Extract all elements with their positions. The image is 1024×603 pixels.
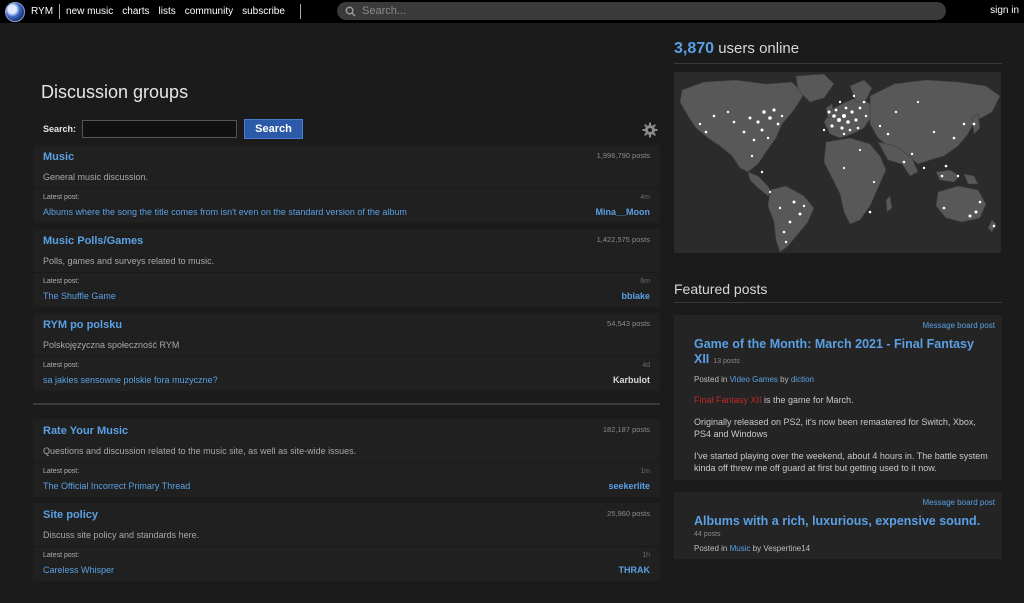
- game-link[interactable]: Final Fantasy XII: [694, 395, 762, 405]
- group-card: Site policy 25,960 posts Discuss site po…: [33, 503, 660, 581]
- latest-post-time: 1m: [640, 468, 650, 475]
- author-link[interactable]: diction: [791, 375, 814, 384]
- latest-post-time: 6m: [640, 278, 650, 285]
- post-count: 54,543 posts: [607, 319, 650, 328]
- latest-post-label: Latest post:: [43, 194, 80, 201]
- post-title[interactable]: Game of the Month: March 2021 - Final Fa…: [694, 337, 995, 369]
- divider: [674, 63, 1002, 64]
- latest-thread-link[interactable]: Albums where the song the title comes fr…: [43, 207, 407, 217]
- by-label: by: [780, 375, 789, 384]
- rym-logo-icon[interactable]: [5, 1, 25, 22]
- latest-post-time: 1h: [642, 552, 650, 559]
- board-link[interactable]: Video Games: [730, 375, 778, 384]
- group-list: Music 1,996,790 posts General music disc…: [33, 145, 660, 581]
- by-label: by: [752, 544, 762, 553]
- group-card: Music 1,996,790 posts General music disc…: [33, 145, 660, 223]
- group-search-row: Search: Search: [43, 119, 660, 139]
- brand-link[interactable]: RYM: [31, 6, 53, 17]
- group-name[interactable]: RYM po polsku: [43, 319, 122, 331]
- author-link[interactable]: Vespertine14: [763, 544, 810, 553]
- latest-thread-link[interactable]: The Official Incorrect Primary Thread: [43, 481, 190, 491]
- post-count: 1,422,575 posts: [596, 235, 650, 244]
- site-search-input[interactable]: [362, 5, 922, 17]
- latest-post-user[interactable]: Mina__Moon: [595, 207, 650, 217]
- latest-post-user[interactable]: Karbulot: [613, 375, 650, 385]
- post-count: 44 posts: [694, 531, 721, 538]
- posted-in-label: Posted in: [694, 544, 728, 553]
- post-paragraph: Originally released on PS2, it's now bee…: [694, 417, 976, 439]
- featured-posts-heading: Featured posts: [674, 281, 768, 297]
- post-meta: Posted in Video Games by diction: [694, 375, 995, 384]
- post-title-text[interactable]: Albums with a rich, luxurious, expensive…: [694, 514, 980, 528]
- latest-thread-link[interactable]: sa jakies sensowne polskie fora muzyczne…: [43, 375, 218, 385]
- world-map[interactable]: [674, 72, 1001, 253]
- sign-in-link[interactable]: sign in: [990, 5, 1019, 16]
- post-body: Final Fantasy XII is the game for March.…: [694, 394, 995, 474]
- group-name[interactable]: Music Polls/Games: [43, 235, 143, 247]
- latest-post-user[interactable]: bblake: [621, 291, 650, 301]
- latest-post-label: Latest post:: [43, 362, 80, 369]
- latest-post-user[interactable]: THRAK: [619, 565, 651, 575]
- group-name[interactable]: Rate Your Music: [43, 425, 128, 437]
- group-description: Polskojęzyczna społeczność RYM: [43, 340, 180, 350]
- nav-subscribe[interactable]: subscribe: [242, 6, 285, 17]
- group-search-input[interactable]: [82, 120, 238, 138]
- page-title: Discussion groups: [41, 82, 189, 102]
- group-search-button[interactable]: Search: [244, 119, 304, 139]
- group-card: Music Polls/Games 1,422,575 posts Polls,…: [33, 229, 660, 307]
- latest-post-label: Latest post:: [43, 278, 80, 285]
- post-count: 182,187 posts: [602, 425, 650, 434]
- post-type-link[interactable]: Message board post: [694, 498, 996, 507]
- post-paragraph: is the game for March.: [761, 395, 854, 405]
- latest-post-time: 4m: [640, 194, 650, 201]
- latest-post-time: 4d: [642, 362, 650, 369]
- group-description: Questions and discussion related to the …: [43, 446, 357, 456]
- nav-divider: [299, 4, 301, 19]
- board-link[interactable]: Music: [730, 544, 751, 553]
- post-meta: Posted in Music by Vespertine14: [694, 544, 995, 553]
- site-search[interactable]: [337, 2, 946, 20]
- group-name[interactable]: Music: [43, 151, 74, 163]
- post-count: 1,996,790 posts: [596, 151, 650, 160]
- nav-community[interactable]: community: [185, 6, 233, 17]
- gear-icon[interactable]: [642, 122, 658, 138]
- post-title[interactable]: Albums with a rich, luxurious, expensive…: [694, 514, 995, 529]
- featured-post: Message board post Game of the Month: Ma…: [674, 315, 1002, 480]
- group-description: Polls, games and surveys related to musi…: [43, 256, 215, 266]
- post-count: 25,960 posts: [607, 509, 650, 518]
- world-map-graphic: [679, 73, 1001, 253]
- sidebar: 3,870 users online Featured posts Messag…: [674, 40, 1002, 559]
- group-description: Discuss site policy and standards here.: [43, 530, 200, 540]
- posted-in-label: Posted in: [694, 375, 728, 384]
- latest-thread-link[interactable]: The Shuffle Game: [43, 291, 116, 301]
- latest-post-label: Latest post:: [43, 468, 80, 475]
- users-online-label: users online: [718, 40, 800, 57]
- divider: [674, 302, 1002, 303]
- post-paragraph: I've started playing over the weekend, a…: [694, 451, 988, 473]
- group-description: General music discussion.: [43, 172, 149, 182]
- group-card: RYM po polsku 54,543 posts Polskojęzyczn…: [33, 313, 660, 391]
- latest-post-label: Latest post:: [43, 552, 80, 559]
- nav-lists[interactable]: lists: [159, 6, 176, 17]
- nav-charts[interactable]: charts: [122, 6, 149, 17]
- post-count: 13 posts: [713, 358, 740, 365]
- nav-new-music[interactable]: new music: [66, 6, 113, 17]
- top-nav: RYM new music charts lists community sub…: [0, 0, 1024, 23]
- search-icon: [345, 6, 356, 17]
- section-divider: [33, 403, 660, 405]
- nav-divider: [59, 4, 61, 19]
- group-search-label: Search:: [43, 124, 77, 134]
- post-type-link[interactable]: Message board post: [694, 321, 996, 330]
- users-online: 3,870 users online: [674, 40, 1002, 58]
- latest-thread-link[interactable]: Careless Whisper: [43, 565, 114, 575]
- group-card: Rate Your Music 182,187 posts Questions …: [33, 419, 660, 497]
- latest-post-user[interactable]: seekerlite: [608, 481, 650, 491]
- group-name[interactable]: Site policy: [43, 509, 98, 521]
- featured-post: Message board post Albums with a rich, l…: [674, 492, 1002, 559]
- users-online-count: 3,870: [674, 40, 715, 57]
- discussion-groups-panel: Discussion groups Search: Search Music 1…: [33, 70, 660, 587]
